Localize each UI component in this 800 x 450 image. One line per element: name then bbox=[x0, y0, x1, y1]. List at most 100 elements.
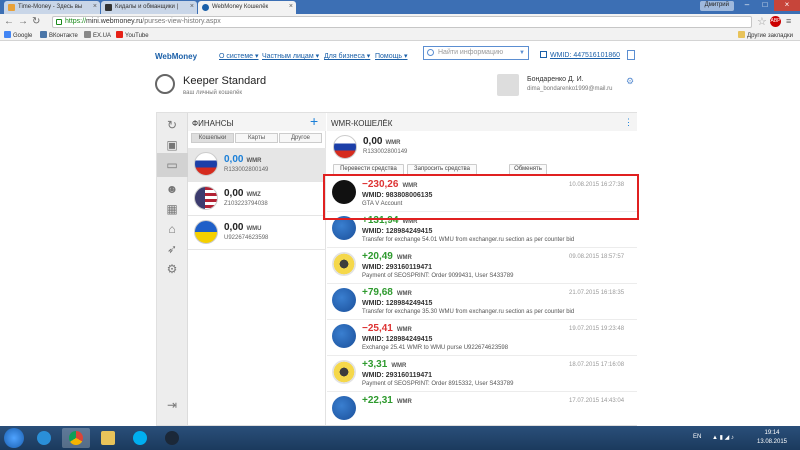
url-input[interactable]: https://mini.webmoney.ru/purses-view-his… bbox=[52, 16, 752, 28]
bookmark-exua[interactable]: EX.UA bbox=[84, 31, 111, 39]
nav-help[interactable]: Помощь ▾ bbox=[375, 52, 408, 60]
maximize-icon[interactable]: □ bbox=[756, 0, 774, 11]
search-input[interactable]: Найти информацию ▼ bbox=[423, 46, 529, 60]
purse-item-wmr[interactable]: 0,00 WMR R133002800149 bbox=[188, 148, 326, 182]
transaction-description: Exchange 25.41 WMR to WMU purse U9226746… bbox=[362, 345, 509, 351]
nav-about[interactable]: О системе ▾ bbox=[219, 52, 259, 60]
bookmark-youtube[interactable]: YouTube bbox=[116, 31, 149, 39]
taskbar-ie[interactable] bbox=[30, 428, 58, 448]
clock[interactable]: 19:14 13.08.2015 bbox=[752, 429, 792, 447]
browser-tab-time-money[interactable]: Time-Money - Здесь вы × bbox=[4, 1, 100, 14]
url-scheme: https:// bbox=[65, 18, 87, 25]
transaction-row[interactable]: +22,31 WMR 17.07.2015 14:43:04 bbox=[327, 391, 637, 425]
favicon-icon bbox=[202, 4, 209, 11]
tab-cards[interactable]: Карты bbox=[235, 133, 278, 143]
bookmark-star-icon[interactable]: ☆ bbox=[757, 15, 767, 28]
shop-icon[interactable]: ⌂ bbox=[164, 221, 180, 237]
browser-tab-webmoney[interactable]: WebMoney Кошелёк × bbox=[198, 1, 296, 14]
tray-icons[interactable]: ▲ ▮ ◢ ♪ bbox=[712, 434, 734, 441]
transaction-currency: WMR bbox=[396, 399, 412, 405]
close-tab-icon[interactable]: × bbox=[93, 3, 97, 10]
start-button[interactable] bbox=[4, 428, 24, 448]
add-purse-button[interactable]: + bbox=[310, 114, 318, 128]
back-icon[interactable]: ← bbox=[4, 16, 14, 27]
transaction-wmid[interactable]: WMID: 293160119471 bbox=[362, 372, 432, 379]
nav-personal[interactable]: Частным лицам ▾ bbox=[262, 52, 319, 60]
wallet-icon[interactable]: ▭ bbox=[164, 157, 180, 173]
transaction-wmid[interactable]: WMID: 293160119471 bbox=[362, 264, 432, 271]
more-menu-icon[interactable]: ⋮ bbox=[624, 117, 633, 128]
finance-header: ФИНАНСЫ + bbox=[188, 113, 326, 131]
wallet-title: WMR-КОШЕЛЁК bbox=[331, 119, 393, 128]
nav-label: Для бизнеса bbox=[324, 53, 365, 60]
exchanger-logo-icon bbox=[332, 324, 356, 348]
checkbox-icon bbox=[540, 51, 547, 58]
settings-icon[interactable]: ⚙ bbox=[164, 261, 180, 277]
purse-item-wmu[interactable]: 0,00 WMU U922674623598 bbox=[188, 216, 326, 250]
transaction-date: 17.07.2015 14:43:04 bbox=[569, 398, 625, 404]
logout-icon[interactable] bbox=[627, 50, 635, 60]
taskbar-steam[interactable] bbox=[158, 428, 186, 448]
taskbar-explorer[interactable] bbox=[94, 428, 122, 448]
purse-item-wmz[interactable]: 0,00 WMZ Z103223794038 bbox=[188, 182, 326, 216]
bookmark-label: Google bbox=[13, 33, 33, 39]
box-icon[interactable]: ▣ bbox=[164, 137, 180, 153]
forward-icon[interactable]: → bbox=[18, 16, 28, 27]
avatar[interactable] bbox=[497, 74, 519, 96]
taskbar-chrome[interactable] bbox=[62, 428, 90, 448]
keeper-app: ↻ ▣ ▭ ☻ ▦ ⌂ ➶ ⚙ ⇥ ФИНАНСЫ + Кошельки Кар… bbox=[156, 112, 637, 426]
nav-label: О системе bbox=[219, 53, 254, 60]
nav-business[interactable]: Для бизнеса ▾ bbox=[324, 52, 370, 60]
contacts-icon[interactable]: ☻ bbox=[164, 181, 180, 197]
browser-tab-kidaly[interactable]: Кидалы и обманщики | × bbox=[101, 1, 197, 14]
webmoney-logo[interactable]: WebMoney bbox=[155, 52, 197, 61]
taskbar-skype[interactable] bbox=[126, 428, 154, 448]
transaction-amount: +3,31 WMR bbox=[362, 359, 406, 370]
browser-menu-icon[interactable]: ≡ bbox=[786, 16, 791, 26]
minimize-icon[interactable]: – bbox=[738, 0, 756, 11]
clock-date: 13.08.2015 bbox=[756, 439, 788, 445]
browser-user-badge[interactable]: Дмитрий bbox=[699, 1, 734, 11]
bookmark-vkontakte[interactable]: ВКонтакте bbox=[40, 31, 78, 39]
grid-icon[interactable]: ▦ bbox=[164, 201, 180, 217]
tab-purses[interactable]: Кошельки bbox=[191, 133, 234, 143]
purse-currency: WMR bbox=[246, 158, 262, 164]
transaction-wmid[interactable]: WMID: 128984249415 bbox=[362, 300, 432, 307]
youtube-icon bbox=[116, 31, 123, 38]
purse-amount: 0,00 WMZ bbox=[224, 188, 261, 199]
transaction-sum: +79,68 bbox=[362, 287, 393, 298]
transaction-sum: +20,49 bbox=[362, 251, 393, 262]
chevron-down-icon[interactable]: ▼ bbox=[519, 50, 525, 56]
exit-icon[interactable]: ⇥ bbox=[164, 397, 180, 413]
refresh-icon[interactable]: ↻ bbox=[164, 117, 180, 133]
bookmark-other[interactable]: Другие закладки bbox=[738, 31, 793, 39]
exchanger-logo-icon bbox=[332, 288, 356, 312]
transaction-sum: +22,31 bbox=[362, 395, 393, 406]
gear-icon[interactable]: ⚙ bbox=[626, 76, 634, 87]
transaction-row[interactable]: +79,68 WMR 21.07.2015 16:18:35 WMID: 128984… bbox=[327, 283, 637, 319]
transaction-amount: +20,49 WMR bbox=[362, 251, 412, 262]
header-wmid-link[interactable]: WMID: 447516101860 bbox=[540, 51, 620, 59]
close-tab-icon[interactable]: × bbox=[190, 3, 194, 10]
finance-panel: ФИНАНСЫ + Кошельки Карты Другое 0,00 WMR … bbox=[188, 113, 326, 425]
wallet-panel: WMR-КОШЕЛЁК ⋮ 0,00 WMR R133002800149 Пере… bbox=[327, 113, 637, 425]
rocket-icon[interactable]: ➶ bbox=[164, 241, 180, 257]
reload-icon[interactable]: ↻ bbox=[32, 16, 40, 27]
transaction-currency: WMR bbox=[396, 255, 412, 261]
transaction-wmid[interactable]: WMID: 128984249415 bbox=[362, 336, 432, 343]
close-tab-icon[interactable]: × bbox=[289, 3, 293, 10]
transaction-row[interactable]: +3,31 WMR 18.07.2015 17:16:08 WMID: 2931601… bbox=[327, 355, 637, 391]
transaction-date: 19.07.2015 19:23:48 bbox=[569, 326, 625, 332]
address-bar: ← → ↻ https://mini.webmoney.ru/purses-vi… bbox=[0, 14, 800, 29]
tab-other[interactable]: Другое bbox=[279, 133, 322, 143]
transaction-row[interactable]: +20,49 WMR 09.08.2015 18:57:57 WMID: 293160… bbox=[327, 247, 637, 283]
adblock-icon[interactable]: ABP bbox=[770, 16, 781, 27]
transaction-row[interactable]: −25,41 WMR 19.07.2015 19:23:48 WMID: 128984… bbox=[327, 319, 637, 355]
transaction-wmid[interactable]: WMID: 128984249415 bbox=[362, 228, 432, 235]
close-window-icon[interactable]: × bbox=[774, 0, 800, 11]
russia-flag-icon bbox=[333, 135, 357, 159]
purse-currency: WMU bbox=[246, 226, 262, 232]
transaction-amount: −25,41 WMR bbox=[362, 323, 412, 334]
language-indicator[interactable]: EN bbox=[693, 434, 701, 440]
bookmark-google[interactable]: Google bbox=[4, 31, 32, 39]
